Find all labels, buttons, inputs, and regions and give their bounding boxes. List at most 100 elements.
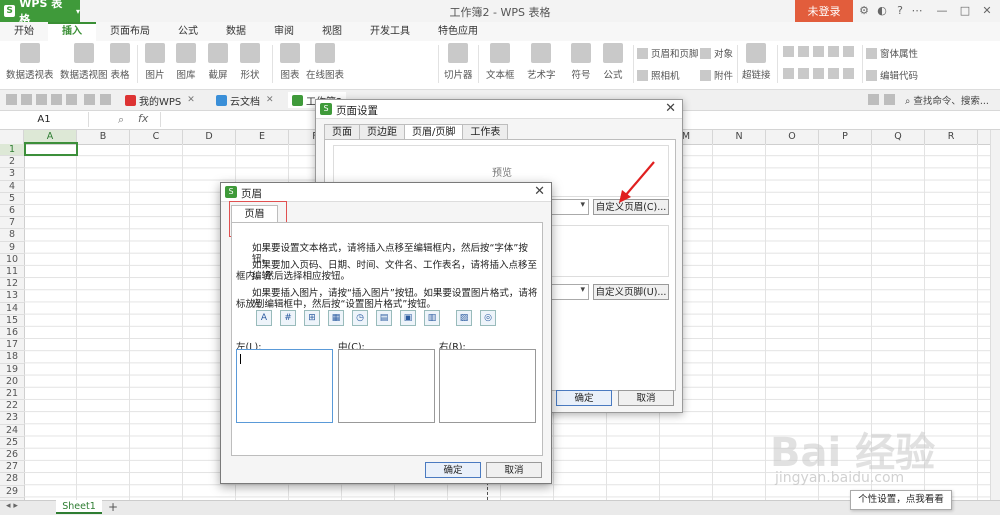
row-header[interactable]: 18	[0, 351, 24, 364]
redo-icon[interactable]	[100, 94, 111, 105]
row-header[interactable]: 12	[0, 278, 24, 291]
custom-footer-button[interactable]: 自定义页脚(U)...	[593, 284, 669, 300]
page-setup-tab-0[interactable]: 页面	[324, 124, 360, 140]
minimize-icon[interactable]: —	[935, 4, 949, 18]
row-header[interactable]: 8	[0, 229, 24, 242]
row-header[interactable]: 28	[0, 473, 24, 486]
shapes-button[interactable]: 形状	[240, 43, 260, 81]
app-menu-button[interactable]: S WPS 表格 ▾	[0, 0, 80, 26]
total-pages-icon[interactable]: ⊞	[304, 310, 320, 326]
row-header[interactable]: 19	[0, 364, 24, 376]
cancel-button[interactable]: 取消	[618, 390, 674, 406]
attachment-button[interactable]: 附件	[700, 68, 733, 82]
menu-tab-6[interactable]: 视图	[308, 22, 356, 41]
sheet-name-icon[interactable]: ▥	[424, 310, 440, 326]
row-header[interactable]: 3	[0, 168, 24, 181]
pivot-chart-button[interactable]: 数据透视图	[60, 43, 108, 81]
custom-header-button[interactable]: 自定义页眉(C)...	[593, 199, 669, 215]
row-header[interactable]: 25	[0, 437, 24, 449]
pivot-table-button[interactable]: 数据透视表	[6, 43, 54, 81]
help-icon[interactable]: ?	[893, 4, 907, 18]
add-sheet-icon[interactable]: +	[108, 500, 118, 514]
ok-button[interactable]: 确定	[556, 390, 612, 406]
font-icon[interactable]: A	[256, 310, 272, 326]
command-search[interactable]: ⌕ 查找命令、搜索...	[905, 93, 989, 107]
export-icon[interactable]	[36, 94, 47, 105]
online-chart-button[interactable]: 在线图表	[306, 43, 344, 81]
header-footer-button[interactable]: 页眉和页脚	[637, 46, 699, 60]
row-header[interactable]: 26	[0, 449, 24, 462]
row-header[interactable]: 14	[0, 303, 24, 315]
selected-cell[interactable]	[24, 142, 78, 156]
textbox-button[interactable]: 文本框	[486, 43, 515, 81]
file-name-icon[interactable]: ▣	[400, 310, 416, 326]
column-header[interactable]: Q	[872, 130, 925, 144]
page-setup-tab-1[interactable]: 页边距	[359, 124, 405, 140]
zoom-icon[interactable]: ⌕	[118, 113, 124, 127]
file-path-icon[interactable]: ▤	[376, 310, 392, 326]
menu-tab-0[interactable]: 开始	[0, 22, 48, 41]
row-header[interactable]: 29	[0, 486, 24, 498]
close-icon[interactable]: ✕	[534, 184, 545, 199]
row-header[interactable]: 2	[0, 156, 24, 169]
row-header[interactable]: 13	[0, 290, 24, 303]
row-header[interactable]: 7	[0, 217, 24, 230]
picture-button[interactable]: 图片	[145, 43, 165, 81]
camera-button[interactable]: 照相机	[637, 68, 680, 82]
close-icon[interactable]: ✕	[266, 95, 274, 105]
print-icon[interactable]	[51, 94, 62, 105]
close-icon[interactable]: ✕	[665, 101, 676, 116]
share-icon[interactable]: ◐	[875, 4, 889, 18]
close-icon[interactable]: ✕	[187, 95, 195, 105]
save-icon[interactable]	[21, 94, 32, 105]
date-icon[interactable]: ▦	[328, 310, 344, 326]
doc-tab-cloud[interactable]: 云文档 ✕	[216, 92, 274, 108]
symbol-button[interactable]: 符号	[571, 43, 591, 81]
select-all-corner[interactable]	[0, 130, 24, 144]
object-button[interactable]: 对象	[700, 46, 733, 60]
chart-button[interactable]: 图表	[280, 43, 300, 81]
row-header[interactable]: 10	[0, 254, 24, 266]
wordart-button[interactable]: 艺术字	[527, 43, 556, 81]
menu-tab-3[interactable]: 公式	[164, 22, 212, 41]
row-header[interactable]: 11	[0, 266, 24, 279]
settings-icon[interactable]: ⋯	[910, 4, 924, 18]
row-header[interactable]: 22	[0, 400, 24, 413]
time-icon[interactable]: ◷	[352, 310, 368, 326]
open-icon[interactable]	[6, 94, 17, 105]
row-header[interactable]: 20	[0, 376, 24, 388]
form-controls-group[interactable]	[783, 46, 857, 57]
right-section-input[interactable]	[439, 349, 536, 423]
menu-tab-7[interactable]: 开发工具	[356, 22, 424, 41]
edit-code-button[interactable]: 编辑代码	[866, 68, 918, 82]
picture-format-icon[interactable]: ◎	[480, 310, 496, 326]
left-section-input[interactable]	[236, 349, 333, 423]
sheet-nav-icon[interactable]: ◂ ▸	[6, 501, 18, 511]
menu-tab-2[interactable]: 页面布局	[96, 22, 164, 41]
column-header[interactable]: D	[183, 130, 236, 144]
doc-tab-my-wps[interactable]: 我的WPS ✕	[125, 92, 195, 108]
sheet-tab[interactable]: Sheet1	[56, 500, 102, 514]
menu-tab-5[interactable]: 审阅	[260, 22, 308, 41]
column-header[interactable]: E	[236, 130, 289, 144]
close-icon[interactable]: ✕	[980, 4, 994, 18]
column-header[interactable]: B	[77, 130, 130, 144]
fx-icon[interactable]: fx	[138, 112, 148, 125]
name-box[interactable]: A1	[0, 112, 89, 127]
row-header[interactable]: 16	[0, 327, 24, 340]
login-button[interactable]: 未登录	[795, 0, 853, 22]
cancel-button[interactable]: 取消	[486, 462, 542, 478]
skin-icon[interactable]: ⚙	[857, 4, 871, 18]
skin-icon[interactable]	[884, 94, 895, 105]
column-header[interactable]: O	[766, 130, 819, 144]
insert-picture-icon[interactable]: ▨	[456, 310, 472, 326]
window-props-button[interactable]: 窗体属性	[866, 46, 918, 60]
column-header[interactable]: R	[925, 130, 978, 144]
menu-tab-1[interactable]: 插入	[48, 22, 96, 41]
tooltip[interactable]: 个性设置，点我看看	[850, 490, 952, 510]
column-header[interactable]: P	[819, 130, 872, 144]
hyperlink-button[interactable]: 超链接	[742, 43, 771, 81]
feedback-icon[interactable]	[868, 94, 879, 105]
gallery-button[interactable]: 图库	[176, 43, 196, 81]
row-header[interactable]: 23	[0, 412, 24, 425]
